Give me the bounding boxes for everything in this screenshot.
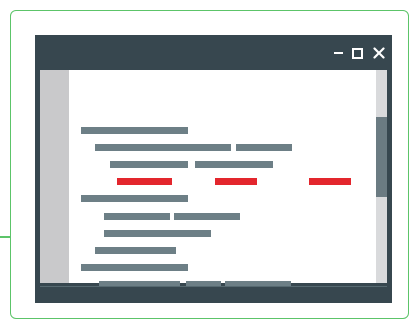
scrollbar-thumb[interactable] [376,117,387,197]
maximize-icon [351,47,363,59]
maximize-button[interactable] [350,46,364,60]
editor-area[interactable] [40,70,387,288]
minimize-button[interactable] [331,46,345,60]
code-line [81,264,188,271]
title-bar [35,35,392,70]
code-line [104,213,170,220]
error-highlight [117,178,172,185]
code-window [35,35,392,303]
code-line [81,127,188,134]
status-bar [40,286,387,300]
vertical-scrollbar[interactable] [376,70,387,283]
close-button[interactable] [372,46,386,60]
code-line [236,144,292,151]
error-highlight [215,178,257,185]
code-line [95,247,176,254]
error-highlight [309,178,351,185]
code-line [95,144,231,151]
code-line [81,195,188,202]
minimize-icon [333,52,343,54]
close-icon [373,47,385,59]
code-line [104,230,211,237]
code-line [174,213,240,220]
line-number-gutter [40,70,69,283]
illustration [0,0,415,325]
code-line [110,161,188,168]
code-line [195,161,273,168]
frame-connector-line [0,236,11,238]
